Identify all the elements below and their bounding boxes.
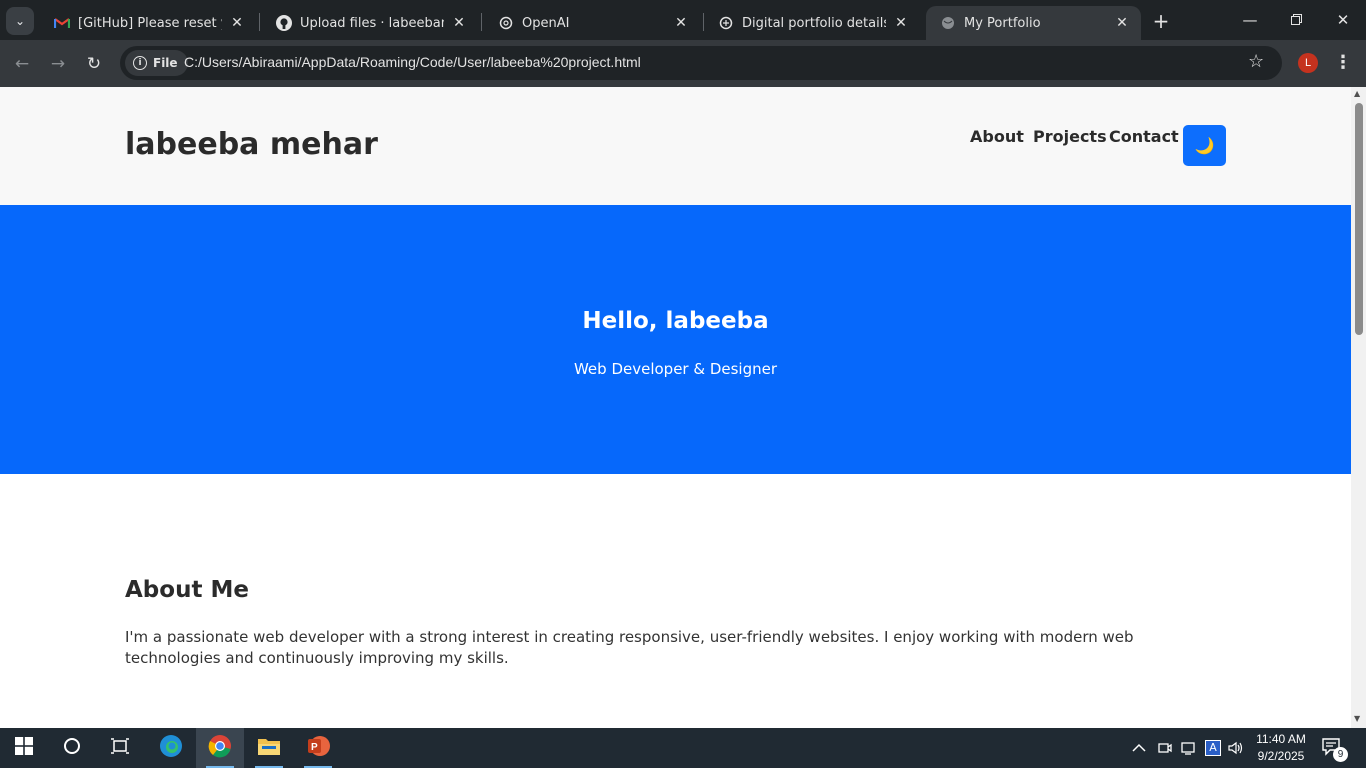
tab-upload-files[interactable]: Upload files · labeebamehar ✕ — [262, 6, 478, 40]
tab-title: [GitHub] Please reset your pa — [78, 15, 222, 31]
reload-icon: ↻ — [86, 54, 102, 74]
search-circle-icon — [63, 737, 81, 760]
tab-my-portfolio[interactable]: My Portfolio ✕ — [926, 6, 1141, 40]
openai-icon — [498, 15, 514, 31]
close-icon[interactable]: ✕ — [228, 14, 246, 32]
taskbar-powerpoint[interactable]: P — [294, 728, 342, 768]
arrow-left-icon: ← — [14, 54, 30, 74]
theme-toggle-button[interactable]: 🌙 — [1183, 125, 1226, 166]
gmail-icon — [54, 15, 70, 31]
tray-overflow-icon[interactable] — [1132, 728, 1146, 768]
close-icon[interactable]: ✕ — [892, 14, 910, 32]
tab-strip: ⌄ [GitHub] Please reset your pa ✕ Upload… — [0, 0, 1366, 40]
taskbar-file-explorer[interactable] — [245, 728, 293, 768]
powerpoint-icon: P — [306, 734, 330, 763]
tab-digital-portfolio[interactable]: Digital portfolio details ✕ — [704, 6, 920, 40]
site-header: labeeba mehar About Projects Contact 🌙 — [0, 87, 1351, 205]
moon-icon: 🌙 — [1194, 136, 1215, 155]
svg-text:P: P — [311, 742, 318, 753]
tab-search-button[interactable]: ⌄ — [6, 7, 34, 35]
site-info-chip[interactable]: i File — [125, 50, 188, 76]
chatgpt-icon — [718, 15, 734, 31]
system-clock[interactable]: 11:40 AM 9/2/2025 — [1250, 731, 1312, 765]
about-heading: About Me — [125, 577, 249, 603]
scroll-thumb[interactable] — [1355, 103, 1363, 335]
hero-section: Hello, labeeba Web Developer & Designer — [0, 205, 1351, 474]
browser-toolbar: ← → ↻ i File C:/Users/Abiraami/AppData/R… — [0, 40, 1366, 87]
input-language-icon[interactable]: A — [1205, 728, 1221, 768]
chevron-down-icon: ⌄ — [14, 14, 26, 28]
chrome-icon — [208, 734, 232, 763]
back-button[interactable]: ← — [8, 50, 36, 78]
info-icon: i — [133, 56, 147, 70]
forward-button[interactable]: → — [44, 50, 72, 78]
close-icon[interactable]: ✕ — [1113, 14, 1131, 32]
hero-subtitle: Web Developer & Designer — [573, 360, 778, 378]
bookmark-star-icon[interactable]: ☆ — [1248, 51, 1264, 72]
restore-button[interactable] — [1273, 0, 1319, 40]
globe-icon — [940, 15, 956, 31]
language-indicator: A — [1205, 740, 1221, 756]
plus-icon: + — [1152, 9, 1170, 33]
close-icon[interactable]: ✕ — [672, 14, 690, 32]
site-info-label: File — [153, 56, 178, 70]
about-paragraph: I'm a passionate web developer with a st… — [125, 628, 1134, 667]
profile-avatar[interactable]: L — [1298, 53, 1318, 73]
tab-openai[interactable]: OpenAI ✕ — [484, 6, 700, 40]
tab-separator — [481, 13, 482, 31]
edge-icon — [159, 734, 183, 763]
search-button[interactable] — [48, 728, 96, 768]
clock-time: 11:40 AM — [1256, 732, 1306, 746]
notification-count-badge: 9 — [1333, 747, 1348, 762]
taskbar-chrome[interactable] — [196, 728, 244, 768]
close-icon[interactable]: ✕ — [450, 14, 468, 32]
close-icon: ✕ — [1336, 11, 1350, 29]
clock-date: 9/2/2025 — [1257, 749, 1305, 763]
folder-icon — [258, 737, 280, 760]
meet-now-icon[interactable] — [1158, 728, 1172, 768]
taskbar-edge[interactable] — [147, 728, 195, 768]
site-brand[interactable]: labeeba mehar — [125, 127, 378, 162]
tab-title: OpenAI — [522, 15, 570, 31]
tab-title: Digital portfolio details — [742, 15, 886, 31]
page-viewport: labeeba mehar About Projects Contact 🌙 H… — [0, 87, 1351, 728]
start-button[interactable] — [0, 728, 48, 768]
reload-button[interactable]: ↻ — [80, 50, 108, 78]
hero-title: Hello, labeeba — [582, 308, 769, 334]
tab-separator — [259, 13, 260, 31]
github-icon — [276, 15, 292, 31]
tab-title: My Portfolio — [964, 15, 1041, 31]
arrow-right-icon: → — [50, 54, 66, 74]
nav-link-about[interactable]: About — [970, 127, 1024, 146]
new-tab-button[interactable]: + — [1148, 8, 1174, 34]
windows-logo-icon — [15, 736, 33, 760]
volume-icon[interactable] — [1228, 728, 1244, 768]
nav-link-contact[interactable]: Contact — [1109, 127, 1179, 146]
restore-icon — [1290, 11, 1302, 29]
network-icon[interactable] — [1181, 728, 1197, 768]
tab-github-email[interactable]: [GitHub] Please reset your pa ✕ — [40, 6, 256, 40]
address-bar[interactable]: i File C:/Users/Abiraami/AppData/Roaming… — [120, 46, 1282, 80]
close-window-button[interactable]: ✕ — [1320, 0, 1366, 40]
minimize-icon: — — [1242, 11, 1258, 29]
nav-link-projects[interactable]: Projects — [1033, 127, 1107, 146]
url-text[interactable]: C:/Users/Abiraami/AppData/Roaming/Code/U… — [184, 54, 641, 70]
minimize-button[interactable]: — — [1227, 0, 1273, 40]
page-scrollbar[interactable]: ▲ ▼ — [1351, 87, 1366, 728]
tab-title: Upload files · labeebamehar — [300, 15, 444, 31]
scroll-down-arrow-icon[interactable]: ▼ — [1354, 714, 1360, 723]
scroll-up-arrow-icon[interactable]: ▲ — [1354, 89, 1360, 98]
task-view-icon — [111, 737, 129, 759]
windows-taskbar: P A 11:40 AM 9/2/2025 9 — [0, 728, 1366, 768]
more-menu-icon[interactable]: ⋮ — [1334, 52, 1352, 73]
task-view-button[interactable] — [96, 728, 144, 768]
